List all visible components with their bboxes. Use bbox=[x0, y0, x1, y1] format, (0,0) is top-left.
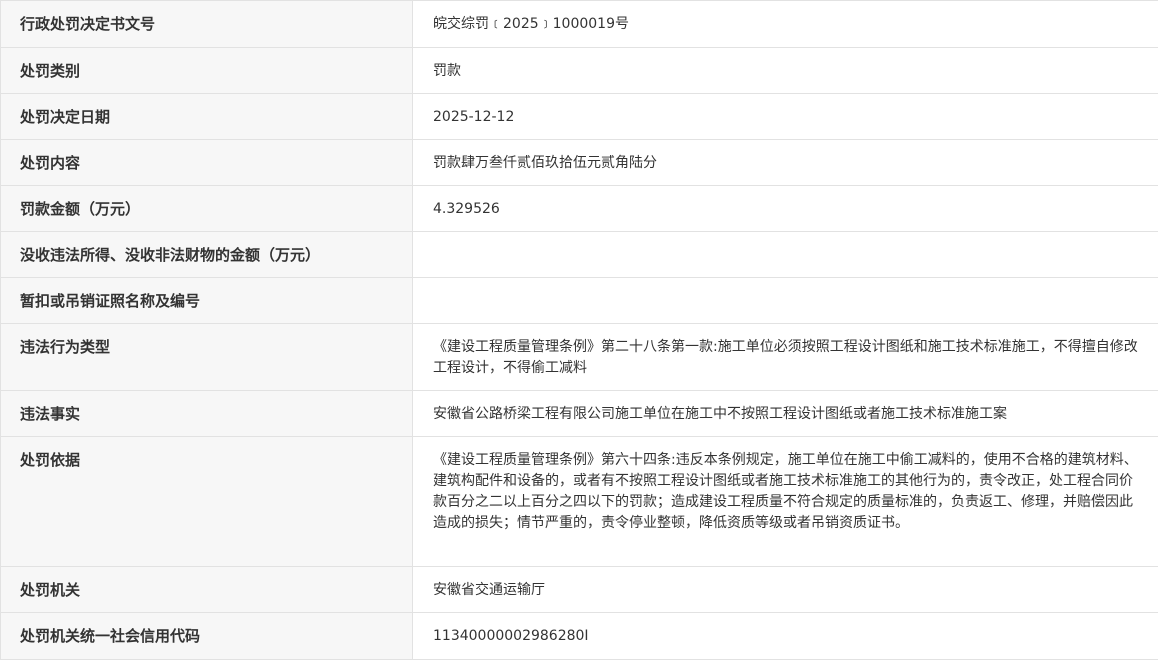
table-row-authority-credit-code: 处罚机关统一社会信用代码 11340000002986280I bbox=[0, 612, 1158, 660]
row-label: 违法事实 bbox=[0, 390, 413, 437]
table-row-fine-amount: 罚款金额（万元） 4.329526 bbox=[0, 185, 1158, 232]
row-value: 罚款肆万叁仟贰佰玖拾伍元贰角陆分 bbox=[412, 139, 1158, 186]
row-label: 暂扣或吊销证照名称及编号 bbox=[0, 277, 413, 324]
table-row-violation-type: 违法行为类型 《建设工程质量管理条例》第二十八条第一款:施工单位必须按照工程设计… bbox=[0, 323, 1158, 391]
table-row-decision-date: 处罚决定日期 2025-12-12 bbox=[0, 93, 1158, 140]
row-label: 没收违法所得、没收非法财物的金额（万元） bbox=[0, 231, 413, 278]
row-label: 处罚决定日期 bbox=[0, 93, 413, 140]
row-value: 安徽省交通运输厅 bbox=[412, 566, 1158, 613]
table-row-penalty-category: 处罚类别 罚款 bbox=[0, 47, 1158, 94]
row-label: 违法行为类型 bbox=[0, 323, 413, 391]
row-label: 处罚机关统一社会信用代码 bbox=[0, 612, 413, 660]
row-label: 处罚依据 bbox=[0, 436, 413, 567]
table-row-penalty-authority: 处罚机关 安徽省交通运输厅 bbox=[0, 566, 1158, 613]
row-label: 罚款金额（万元） bbox=[0, 185, 413, 232]
row-label: 处罚机关 bbox=[0, 566, 413, 613]
row-value: 《建设工程质量管理条例》第六十四条:违反本条例规定，施工单位在施工中偷工减料的，… bbox=[412, 436, 1158, 567]
table-row-penalty-basis: 处罚依据 《建设工程质量管理条例》第六十四条:违反本条例规定，施工单位在施工中偷… bbox=[0, 436, 1158, 567]
row-value bbox=[412, 231, 1158, 278]
table-row-decision-number: 行政处罚决定书文号 皖交综罚﹝2025﹞1000019号 bbox=[0, 0, 1158, 48]
row-label: 行政处罚决定书文号 bbox=[0, 0, 413, 48]
row-value bbox=[412, 277, 1158, 324]
table-row-confiscation-amount: 没收违法所得、没收非法财物的金额（万元） bbox=[0, 231, 1158, 278]
row-value: 皖交综罚﹝2025﹞1000019号 bbox=[412, 0, 1158, 48]
row-value: 2025-12-12 bbox=[412, 93, 1158, 140]
table-row-violation-facts: 违法事实 安徽省公路桥梁工程有限公司施工单位在施工中不按照工程设计图纸或者施工技… bbox=[0, 390, 1158, 437]
row-value: 安徽省公路桥梁工程有限公司施工单位在施工中不按照工程设计图纸或者施工技术标准施工… bbox=[412, 390, 1158, 437]
row-value: 11340000002986280I bbox=[412, 612, 1158, 660]
penalty-detail-table: 行政处罚决定书文号 皖交综罚﹝2025﹞1000019号 处罚类别 罚款 处罚决… bbox=[0, 0, 1158, 660]
row-value: 4.329526 bbox=[412, 185, 1158, 232]
row-value: 《建设工程质量管理条例》第二十八条第一款:施工单位必须按照工程设计图纸和施工技术… bbox=[412, 323, 1158, 391]
row-label: 处罚类别 bbox=[0, 47, 413, 94]
table-row-penalty-content: 处罚内容 罚款肆万叁仟贰佰玖拾伍元贰角陆分 bbox=[0, 139, 1158, 186]
row-label: 处罚内容 bbox=[0, 139, 413, 186]
row-value: 罚款 bbox=[412, 47, 1158, 94]
table-row-license-suspension: 暂扣或吊销证照名称及编号 bbox=[0, 277, 1158, 324]
